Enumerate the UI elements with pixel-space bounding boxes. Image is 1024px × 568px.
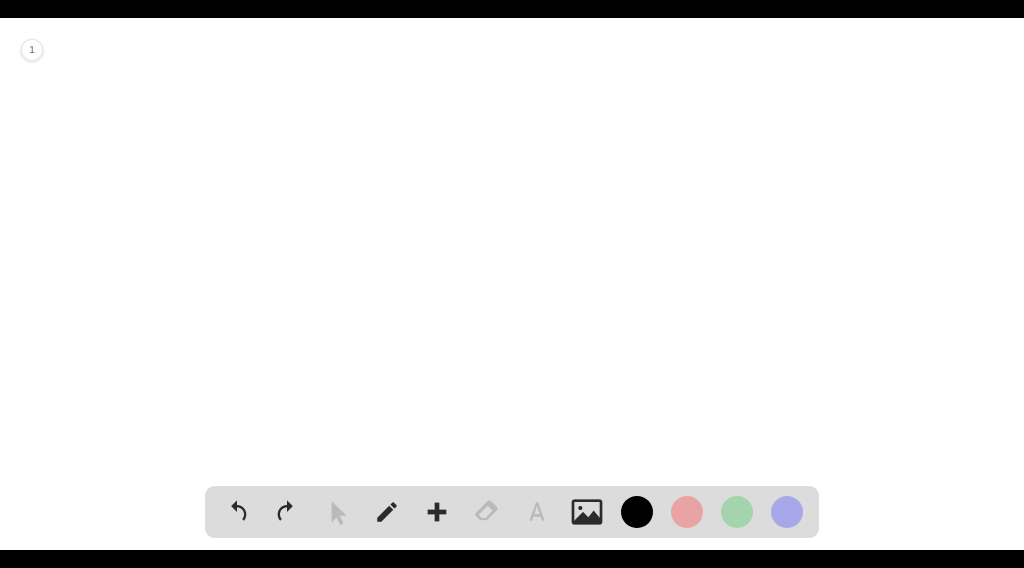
eraser-icon xyxy=(473,498,501,526)
text-button[interactable] xyxy=(521,496,553,528)
color-swatch-green[interactable] xyxy=(721,496,753,528)
redo-icon xyxy=(273,498,301,526)
color-swatch-black[interactable] xyxy=(621,496,653,528)
cursor-icon xyxy=(324,499,350,525)
pencil-icon xyxy=(374,499,400,525)
window-bottom-bar xyxy=(0,550,1024,568)
undo-button[interactable] xyxy=(221,496,253,528)
image-button[interactable] xyxy=(571,496,603,528)
redo-button[interactable] xyxy=(271,496,303,528)
plus-icon xyxy=(423,498,451,526)
text-icon xyxy=(524,499,550,525)
image-icon xyxy=(571,498,603,526)
window-top-bar xyxy=(0,0,1024,18)
toolbar xyxy=(205,486,819,538)
color-swatch-blue[interactable] xyxy=(771,496,803,528)
undo-icon xyxy=(223,498,251,526)
canvas[interactable] xyxy=(0,18,1024,550)
eraser-button[interactable] xyxy=(471,496,503,528)
page-number: 1 xyxy=(29,45,35,56)
color-swatch-red[interactable] xyxy=(671,496,703,528)
add-button[interactable] xyxy=(421,496,453,528)
pencil-button[interactable] xyxy=(371,496,403,528)
select-button[interactable] xyxy=(321,496,353,528)
page-number-badge[interactable]: 1 xyxy=(21,39,43,61)
